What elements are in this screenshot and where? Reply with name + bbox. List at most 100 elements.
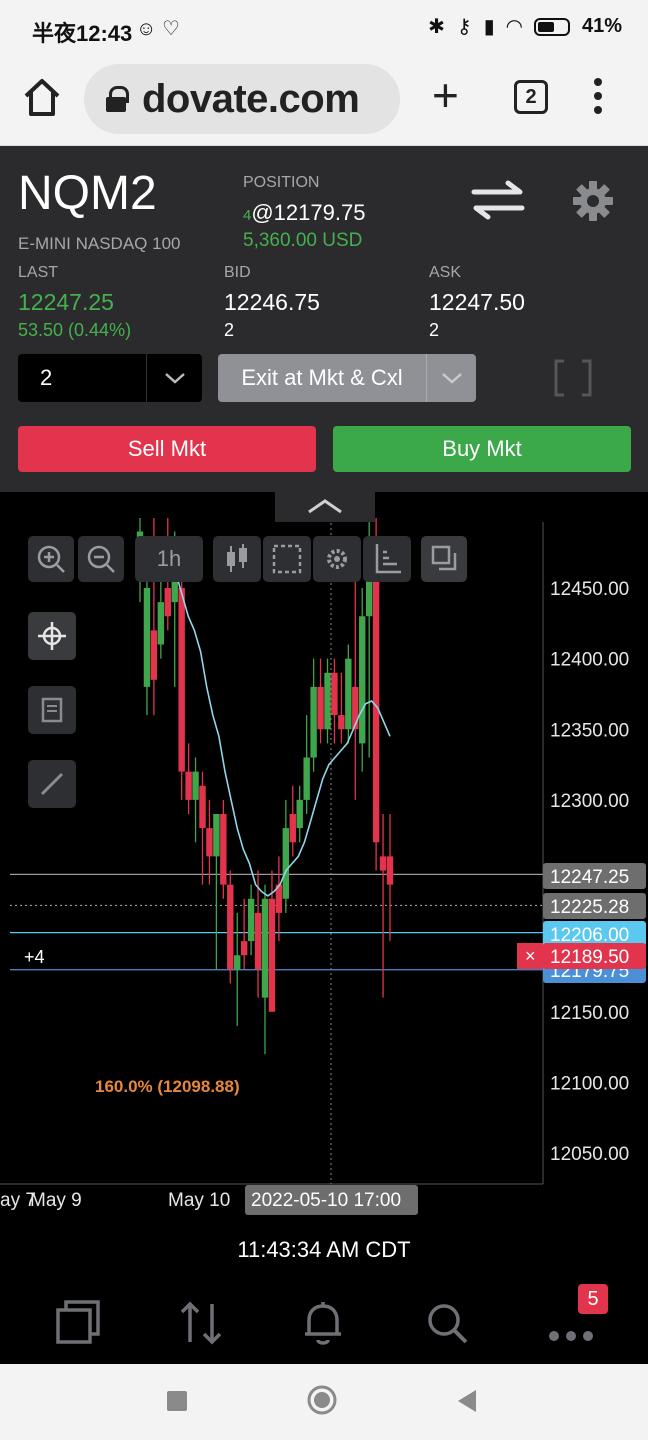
candle-body bbox=[143, 588, 151, 687]
zoom-in-icon[interactable] bbox=[28, 536, 74, 582]
interval-button[interactable]: 1h bbox=[135, 536, 203, 582]
candle-body bbox=[240, 941, 248, 956]
swap-arrows-icon[interactable] bbox=[470, 180, 526, 220]
draw-line-icon[interactable] bbox=[28, 760, 76, 808]
chart-area[interactable]: 12450.00 12400.00 12350.00 12300.00 12150.00… bbox=[0, 492, 648, 1222]
collapse-panel-button[interactable] bbox=[275, 492, 375, 522]
symbol-description: E-MINI NASDAQ 100 bbox=[18, 234, 181, 253]
browser-menu-icon[interactable] bbox=[594, 78, 604, 118]
home-icon[interactable] bbox=[22, 76, 62, 120]
address-bar[interactable]: dovate.com bbox=[84, 64, 400, 134]
bluetooth-icon: ✱ bbox=[428, 16, 445, 38]
fib-extension-label: 160.0% (12098.88) bbox=[95, 1077, 240, 1096]
bid-price: 12246.75 bbox=[224, 289, 320, 315]
candle-type-icon[interactable] bbox=[213, 536, 261, 582]
chevron-down-icon[interactable] bbox=[146, 354, 202, 402]
battery-icon bbox=[533, 17, 570, 36]
layout-icon[interactable] bbox=[421, 536, 467, 582]
exit-at-mkt-button[interactable]: Exit at Mkt & Cxl bbox=[218, 354, 476, 402]
android-nav-bar bbox=[0, 1364, 648, 1440]
gear-icon[interactable] bbox=[572, 180, 614, 222]
position-label: POSITION bbox=[243, 174, 320, 191]
time-tick-label: May 9 bbox=[30, 1190, 82, 1211]
status-time: 半夜12:43 bbox=[32, 21, 133, 46]
position-price: @12179.75 bbox=[251, 200, 366, 225]
bottom-nav: 5 bbox=[0, 1278, 648, 1364]
candle-body bbox=[234, 955, 241, 970]
url-text: dovate.com bbox=[142, 76, 360, 121]
bell-icon[interactable] bbox=[296, 1296, 350, 1350]
bracket-order-icon[interactable] bbox=[552, 358, 594, 398]
price-tick-label: 12350.00 bbox=[550, 720, 629, 741]
candle-body bbox=[289, 814, 296, 843]
orders-arrows-icon[interactable] bbox=[174, 1296, 228, 1350]
chevron-down-icon[interactable] bbox=[426, 354, 476, 402]
recents-icon[interactable] bbox=[166, 1390, 188, 1412]
exit-at-mkt-label: Exit at Mkt & Cxl bbox=[241, 365, 403, 390]
candle-body bbox=[206, 828, 213, 857]
candle-body bbox=[282, 828, 290, 899]
notification-badge: 5 bbox=[578, 1284, 608, 1314]
buy-mkt-button[interactable]: Buy Mkt bbox=[333, 426, 631, 472]
candle-body bbox=[372, 545, 380, 843]
back-icon[interactable] bbox=[456, 1388, 478, 1414]
status-icons: ☺ ♡ bbox=[136, 18, 180, 40]
battery-percent: 41% bbox=[581, 15, 622, 37]
ask-label: ASK bbox=[429, 264, 462, 281]
ask-price: 12247.50 bbox=[429, 289, 525, 315]
signal-icon: ▮ bbox=[483, 16, 495, 38]
candle-body bbox=[164, 588, 171, 617]
wifi-icon: ◠ bbox=[506, 16, 522, 38]
search-icon[interactable] bbox=[420, 1296, 474, 1350]
symbol-title[interactable]: NQM2 bbox=[18, 166, 157, 221]
price-chart[interactable]: 12450.00 12400.00 12350.00 12300.00 12150.00… bbox=[0, 492, 648, 1222]
lock-icon bbox=[106, 86, 129, 112]
chart-settings-icon[interactable] bbox=[313, 536, 361, 582]
select-region-icon[interactable] bbox=[263, 536, 311, 582]
candle-body bbox=[227, 884, 234, 970]
candle-body bbox=[338, 715, 345, 730]
candle-body bbox=[345, 658, 352, 730]
candle-body bbox=[303, 757, 310, 800]
trading-panel: NQM2 E-MINI NASDAQ 100 POSITION 4@12179.… bbox=[0, 146, 648, 492]
price-tick-label: 12400.00 bbox=[550, 650, 629, 671]
candle-body bbox=[324, 672, 331, 730]
last-change: 53.50 (0.44%) bbox=[18, 320, 132, 340]
candle-body bbox=[296, 799, 303, 829]
browser-toolbar: dovate.com + 2 bbox=[0, 58, 648, 146]
candle-body bbox=[254, 912, 262, 970]
candle-body bbox=[379, 856, 387, 871]
order-list-icon[interactable] bbox=[28, 686, 76, 734]
time-tick-label: May 10 bbox=[168, 1190, 230, 1211]
candle-body bbox=[386, 856, 394, 885]
candle-body bbox=[157, 602, 165, 645]
new-tab-icon[interactable]: + bbox=[432, 72, 459, 118]
indicators-icon[interactable] bbox=[363, 536, 411, 582]
candle-body bbox=[220, 814, 227, 885]
home-nav-icon[interactable] bbox=[306, 1384, 338, 1416]
quantity-select[interactable]: 2 bbox=[18, 354, 202, 402]
zoom-out-icon[interactable] bbox=[78, 536, 124, 582]
price-tick-label: 12050.00 bbox=[550, 1144, 629, 1165]
candle-body bbox=[317, 686, 324, 730]
position-marker: +4 bbox=[24, 947, 45, 967]
price-tag-label: 12189.50 bbox=[550, 947, 629, 968]
windows-icon[interactable] bbox=[52, 1296, 106, 1350]
last-price: 12247.25 bbox=[18, 289, 114, 315]
crosshair-icon[interactable] bbox=[28, 612, 76, 660]
price-tag-label: 12225.28 bbox=[550, 897, 629, 918]
position-line: 4@12179.75 bbox=[243, 200, 365, 226]
sell-mkt-button[interactable]: Sell Mkt bbox=[18, 426, 316, 472]
price-tick-label: 12100.00 bbox=[550, 1073, 629, 1094]
price-tick-label: 12150.00 bbox=[550, 1003, 629, 1024]
status-bar: 半夜12:43 ☺ ♡ ✱ ⚷ ▮ ◠ 41% bbox=[0, 0, 648, 58]
status-right: ✱ ⚷ ▮ ◠ 41% bbox=[428, 14, 622, 39]
position-pnl: 5,360.00 USD bbox=[243, 230, 363, 251]
candle-body bbox=[268, 898, 276, 1012]
price-tag-label: 12206.00 bbox=[550, 925, 629, 946]
ask-size: 2 bbox=[429, 320, 440, 340]
last-label: LAST bbox=[18, 264, 59, 281]
price-tag-label: 12247.25 bbox=[550, 867, 629, 888]
tab-switcher-button[interactable]: 2 bbox=[514, 80, 548, 114]
quantity-value: 2 bbox=[40, 365, 53, 390]
